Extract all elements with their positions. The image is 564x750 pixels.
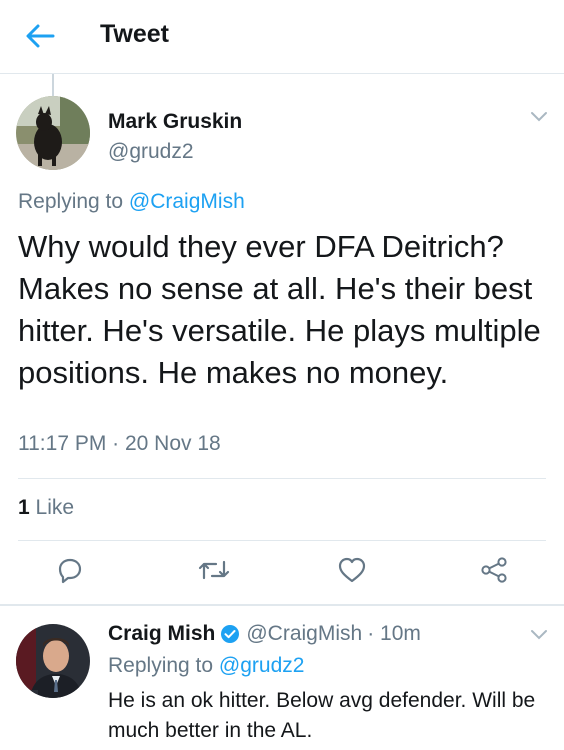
chevron-down-icon — [530, 628, 548, 645]
heart-icon — [338, 557, 366, 588]
reply-replying-to-line: Replying to @grudz2 — [108, 654, 304, 678]
divider — [18, 540, 546, 541]
reply-button[interactable] — [54, 556, 86, 588]
avatar[interactable] — [16, 96, 90, 170]
author-name[interactable]: Mark Gruskin — [108, 110, 242, 134]
mention-link[interactable]: @CraigMish — [129, 190, 245, 213]
likes-count[interactable]: 1 Like — [18, 496, 74, 520]
tweet-menu-button[interactable] — [530, 110, 548, 128]
replying-prefix: Replying to — [108, 654, 214, 677]
like-button[interactable] — [336, 556, 368, 588]
reply-tweet-text: He is an ok hitter. Below avg defender. … — [108, 689, 536, 742]
reply-menu-button[interactable] — [530, 628, 548, 646]
top-bar: Tweet — [0, 0, 564, 74]
reply-author-name[interactable]: Craig Mish — [108, 622, 215, 646]
share-button[interactable] — [478, 556, 510, 588]
thread-connector-line — [52, 74, 54, 96]
retweet-icon — [198, 556, 230, 589]
reply-avatar[interactable]: Mish — [16, 624, 90, 698]
reply-icon — [56, 556, 84, 589]
author-handle[interactable]: @grudz2 — [108, 140, 194, 164]
section-divider — [0, 604, 564, 606]
back-button[interactable] — [22, 20, 58, 56]
retweet-button[interactable] — [198, 556, 230, 588]
share-icon — [480, 556, 508, 589]
reply-author-handle[interactable]: @CraigMish — [246, 622, 362, 646]
tweet-timestamp[interactable]: 11:17 PM · 20 Nov 18 — [18, 432, 221, 456]
arrow-left-icon — [25, 23, 55, 54]
chevron-down-icon — [530, 110, 548, 127]
reply-header: Craig Mish @CraigMish · 10m — [108, 622, 421, 646]
page-title: Tweet — [100, 20, 169, 48]
verified-badge-icon — [220, 624, 240, 644]
mention-link[interactable]: @grudz2 — [219, 654, 305, 677]
replying-to-line: Replying to @CraigMish — [18, 190, 245, 214]
likes-label: Like — [35, 496, 75, 519]
divider — [18, 478, 546, 479]
avatar-caption: Mish — [18, 690, 31, 696]
reply-time: · 10m — [367, 622, 421, 645]
replying-prefix: Replying to — [18, 190, 124, 213]
likes-number: 1 — [18, 496, 30, 519]
tweet-text: Why would they ever DFA Deitrich? Makes … — [18, 229, 541, 390]
